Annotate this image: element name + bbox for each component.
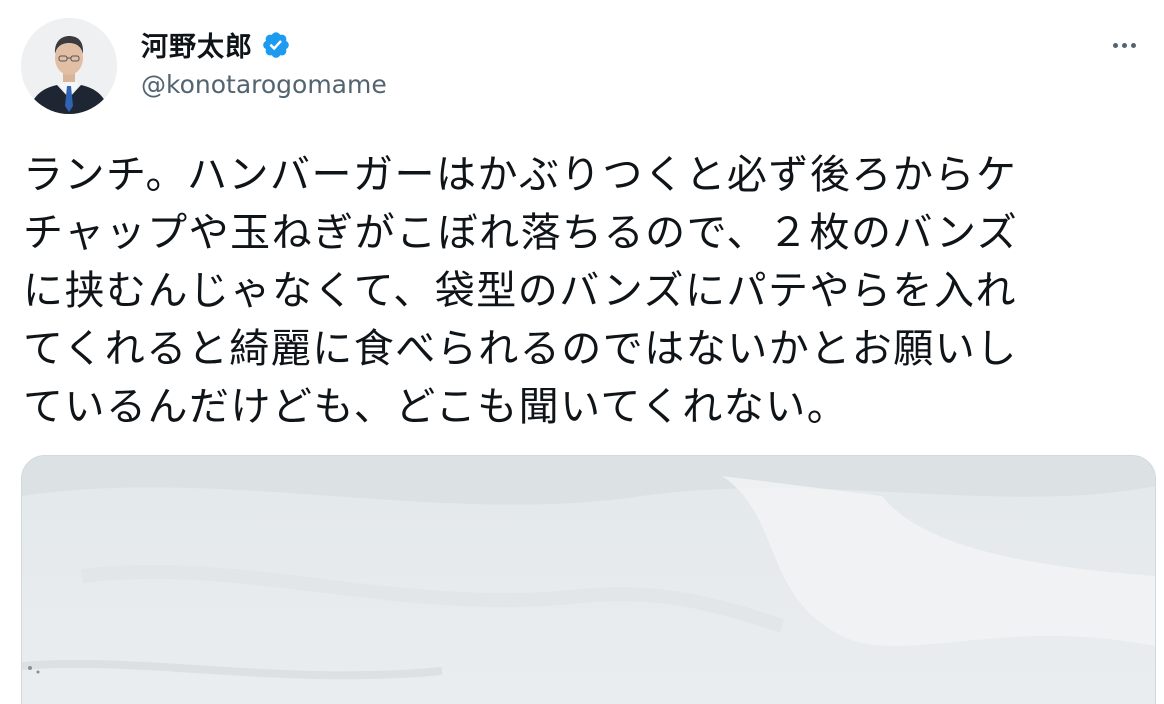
tweet-text-line: ランチ。ハンバーガーはかぶりつくと必ず後ろからケ xyxy=(23,152,1018,198)
more-horizontal-icon xyxy=(1130,42,1136,48)
avatar[interactable] xyxy=(21,18,117,114)
author-display-name[interactable]: 河野太郎 xyxy=(141,25,253,64)
tweet-text-line: チャップや玉ねぎがこぼれ落ちるので、２枚のバンズ xyxy=(23,210,1019,256)
tweet-text-line: てくれると綺麗に食べられるのではないかとお願いし xyxy=(23,326,1018,372)
more-horizontal-icon xyxy=(1121,42,1127,48)
more-options-button[interactable] xyxy=(1104,30,1144,60)
tweet-card: 河野太郎 @konotarogomame ランチ。ハンバーガーはかぶりつくと必ず… xyxy=(0,0,1164,704)
tweet-text-line: ているんだけども、どこも聞いてくれない。 xyxy=(23,384,849,430)
tweet-text-line: に挟むんじゃなくて、袋型のバンズにパテやらを入れ xyxy=(23,268,1017,314)
author-name-row[interactable]: 河野太郎 xyxy=(141,25,291,64)
more-horizontal-icon xyxy=(1112,42,1118,48)
profile-photo xyxy=(21,18,117,114)
verified-badge-icon xyxy=(261,30,291,60)
lunch-photo xyxy=(22,456,1155,704)
author-handle[interactable]: @konotarogomame xyxy=(141,70,387,99)
tweet-media-photo[interactable] xyxy=(21,455,1156,704)
tweet-text: ランチ。ハンバーガーはかぶりつくと必ず後ろからケ チャップや玉ねぎがこぼれ落ちる… xyxy=(23,146,1133,436)
